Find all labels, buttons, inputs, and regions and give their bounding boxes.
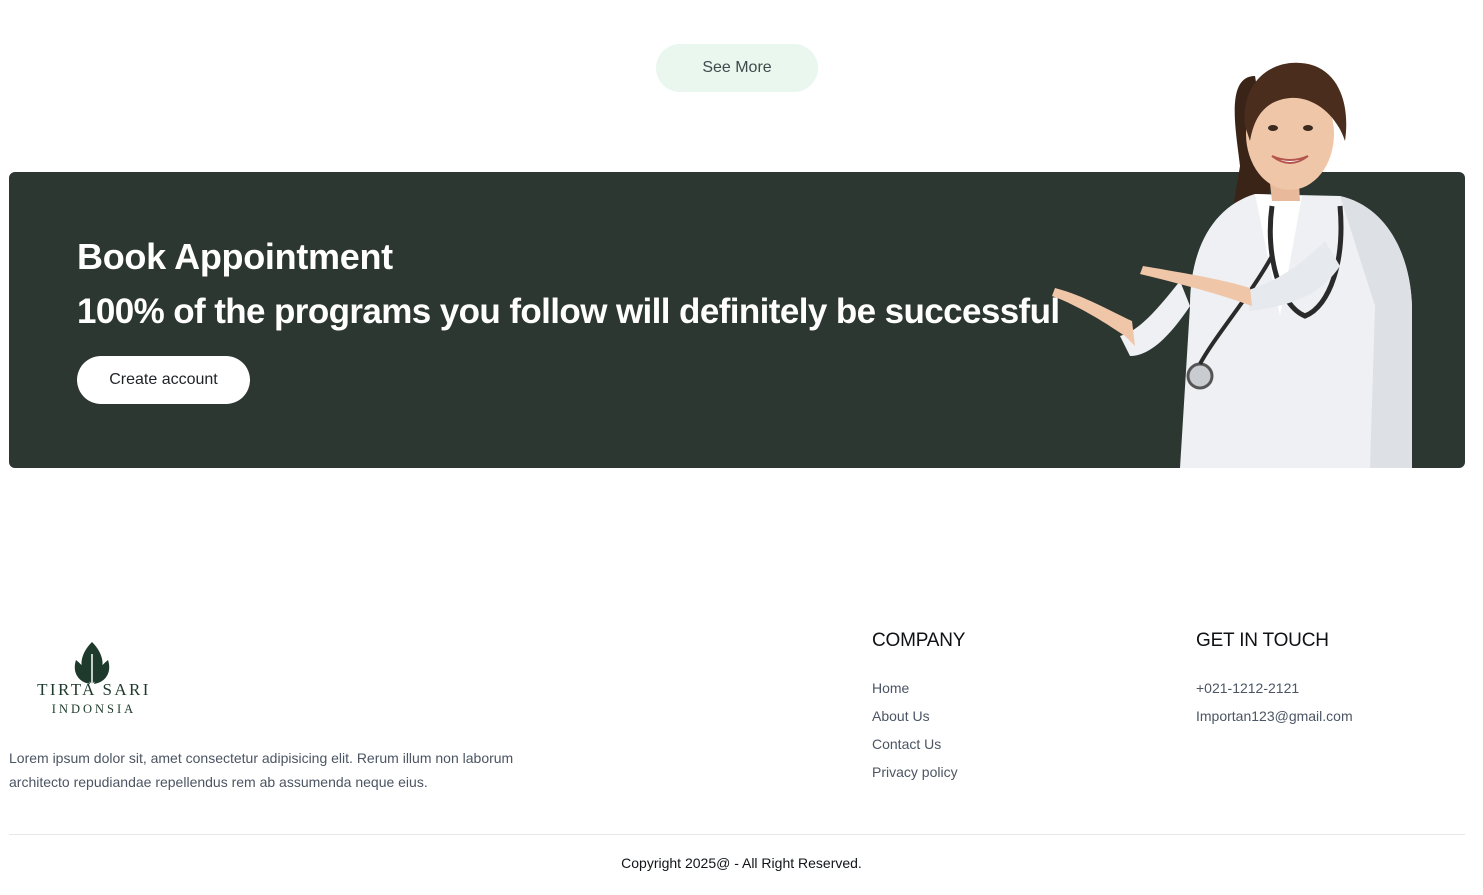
copyright-text: Copyright 2025@ - All Right Reserved.	[621, 855, 862, 871]
doctor-image	[1052, 62, 1412, 468]
footer-description: Lorem ipsum dolor sit, amet consectetur …	[9, 750, 514, 790]
footer-divider	[9, 834, 1465, 835]
contact-list: +021-1212-2121 Importan123@gmail.com	[1196, 674, 1353, 730]
banner-title: Book Appointment	[77, 236, 393, 277]
page: See More Book Appointment 100% of the pr…	[0, 0, 1483, 895]
get-in-touch-heading: GET IN TOUCH	[1196, 630, 1329, 651]
footer-link-privacy-policy[interactable]: Privacy policy	[872, 758, 958, 786]
banner-subtitle: 100% of the programs you follow will def…	[77, 292, 1060, 331]
logo-name-line1: TIRTA SARI	[37, 680, 151, 699]
create-account-button[interactable]: Create account	[77, 356, 250, 404]
see-more-button[interactable]: See More	[656, 44, 818, 92]
contact-phone[interactable]: +021-1212-2121	[1196, 674, 1353, 702]
logo-name-line2: INDONSIA	[51, 702, 137, 716]
footer-link-home[interactable]: Home	[872, 674, 958, 702]
footer-link-about-us[interactable]: About Us	[872, 702, 958, 730]
company-heading: COMPANY	[872, 630, 966, 651]
footer-link-contact-us[interactable]: Contact Us	[872, 730, 958, 758]
contact-email[interactable]: Importan123@gmail.com	[1196, 702, 1353, 730]
company-links: Home About Us Contact Us Privacy policy	[872, 674, 958, 786]
